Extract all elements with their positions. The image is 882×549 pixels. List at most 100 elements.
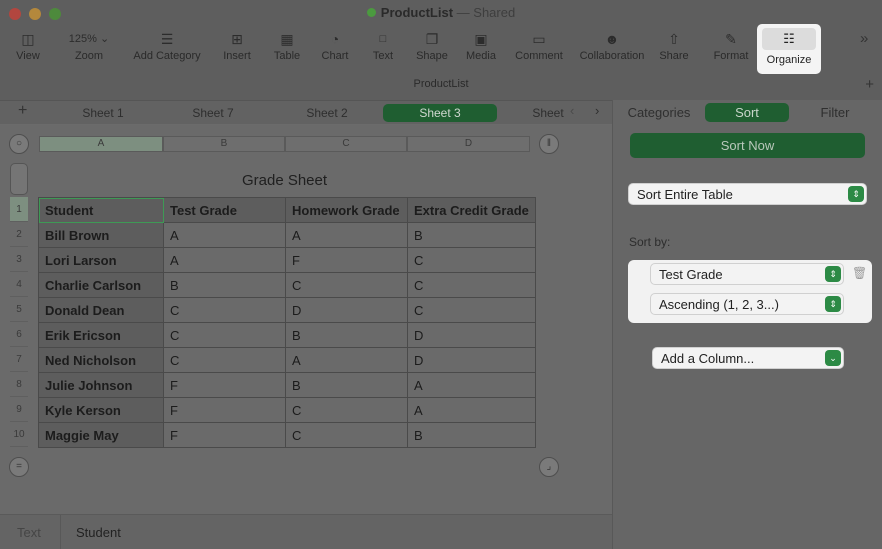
add-sheet-icon[interactable]: + — [18, 102, 27, 120]
table-cell[interactable]: C — [407, 247, 536, 273]
column-header-d[interactable]: D — [407, 136, 530, 152]
table-cell[interactable]: C — [285, 272, 408, 298]
student-cell[interactable]: Lori Larson — [38, 247, 164, 273]
tab-sheet-1[interactable]: Sheet 1 — [70, 104, 136, 122]
header-cell[interactable]: Test Grade — [163, 197, 286, 223]
table-row: Lori Larson A F C — [38, 247, 536, 273]
trash-icon[interactable]: 🗑 — [852, 266, 867, 280]
collaboration-button[interactable]: ☻ Collaboration — [576, 28, 648, 72]
insert-label: Insert — [223, 50, 251, 62]
comment-icon: ▭ — [532, 31, 546, 47]
tab-sheet-7[interactable]: Sheet 7 — [180, 104, 246, 122]
student-cell[interactable]: Erik Ericson — [38, 322, 164, 348]
table-cell[interactable]: F — [163, 422, 286, 448]
tab-sheet-2[interactable]: Sheet 2 — [292, 104, 362, 122]
table-cell[interactable]: C — [163, 297, 286, 323]
resize-table-icon[interactable]: ⌟ — [539, 457, 559, 477]
tab-filter[interactable]: Filter — [797, 103, 873, 122]
table-cell[interactable]: A — [407, 397, 536, 423]
comment-button[interactable]: ▭ Comment — [512, 28, 566, 72]
table-button[interactable]: ▦ Table — [268, 28, 306, 72]
row-header[interactable]: 10 — [10, 422, 28, 447]
table-cell[interactable]: C — [163, 322, 286, 348]
row-header[interactable]: 8 — [10, 372, 28, 397]
select-table-icon[interactable]: ○ — [9, 134, 29, 154]
row-header[interactable]: 4 — [10, 272, 28, 297]
table-cell[interactable]: F — [163, 372, 286, 398]
table-cell[interactable]: F — [163, 397, 286, 423]
column-header-c[interactable]: C — [285, 136, 407, 152]
student-cell[interactable]: Julie Johnson — [38, 372, 164, 398]
column-header-b[interactable]: B — [163, 136, 285, 152]
view-button[interactable]: ◫ View — [8, 28, 48, 72]
add-column-select[interactable]: Add a Column... ⌄ — [652, 347, 844, 369]
header-cell[interactable]: Extra Credit Grade — [407, 197, 536, 223]
table-cell[interactable]: D — [407, 347, 536, 373]
table-cell[interactable]: B — [285, 322, 408, 348]
zoom-button[interactable]: 125% ⌄ Zoom — [60, 28, 118, 72]
row-header[interactable]: 1 — [10, 197, 28, 222]
chevron-right-icon[interactable]: › — [595, 103, 599, 118]
row-handle-icon[interactable]: = — [9, 457, 29, 477]
toolbar-overflow-icon[interactable]: » — [860, 30, 868, 47]
header-cell[interactable]: Student — [38, 197, 164, 223]
tab-sort[interactable]: Sort — [705, 103, 789, 122]
text-button[interactable]: □ Text — [364, 28, 402, 72]
spreadsheet-canvas[interactable]: ○ ‖ A B C D Grade Sheet 1 2 3 4 5 6 7 8 … — [0, 125, 612, 514]
media-button[interactable]: ▣ Media — [462, 28, 500, 72]
table-cell[interactable]: A — [285, 222, 408, 248]
row-handle[interactable] — [10, 163, 28, 195]
student-cell[interactable]: Ned Nicholson — [38, 347, 164, 373]
table-cell[interactable]: C — [285, 422, 408, 448]
sort-order-select[interactable]: Ascending (1, 2, 3...) ⇕ — [650, 293, 844, 315]
sort-scope-select[interactable]: Sort Entire Table ⇕ — [628, 183, 867, 205]
table-cell[interactable]: B — [407, 222, 536, 248]
table-cell[interactable]: A — [407, 372, 536, 398]
row-header[interactable]: 9 — [10, 397, 28, 422]
student-cell[interactable]: Kyle Kerson — [38, 397, 164, 423]
format-button[interactable]: ✎ Format — [710, 28, 752, 72]
insert-button[interactable]: ⊞ Insert — [216, 28, 258, 72]
table-title[interactable]: Grade Sheet — [39, 172, 530, 189]
add-category-button[interactable]: ☰ Add Category — [128, 28, 206, 72]
table-cell[interactable]: D — [285, 297, 408, 323]
table-cell[interactable]: C — [163, 347, 286, 373]
chevron-left-icon[interactable]: ‹ — [570, 103, 574, 118]
table-cell[interactable]: C — [285, 397, 408, 423]
row-header[interactable]: 3 — [10, 247, 28, 272]
tab-categories[interactable]: Categories — [621, 103, 697, 122]
table-cell[interactable]: B — [163, 272, 286, 298]
row-header[interactable]: 6 — [10, 322, 28, 347]
table-cell[interactable]: C — [407, 272, 536, 298]
table-cell[interactable]: F — [285, 247, 408, 273]
add-icon[interactable]: + — [865, 76, 874, 93]
chart-button[interactable]: ◔ Chart — [314, 28, 356, 72]
shape-button[interactable]: ❐ Shape — [410, 28, 454, 72]
organize-button[interactable]: ☷ Organize — [757, 24, 821, 74]
tab-sheet-3[interactable]: Sheet 3 — [383, 104, 497, 122]
table-label: Table — [273, 50, 301, 62]
table-cell[interactable]: B — [285, 372, 408, 398]
student-cell[interactable]: Donald Dean — [38, 297, 164, 323]
table-cell[interactable]: A — [285, 347, 408, 373]
table-cell[interactable]: D — [407, 322, 536, 348]
column-handle-icon[interactable]: ‖ — [539, 134, 559, 154]
student-cell[interactable]: Maggie May — [38, 422, 164, 448]
sort-now-button[interactable]: Sort Now — [630, 133, 865, 158]
row-header[interactable]: 7 — [10, 347, 28, 372]
sort-column-select[interactable]: Test Grade ⇕ — [650, 263, 844, 285]
list-icon: ☰ — [160, 31, 174, 47]
tab-sheet-partial[interactable]: Sheet — [528, 104, 568, 122]
student-cell[interactable]: Bill Brown — [38, 222, 164, 248]
row-header[interactable]: 2 — [10, 222, 28, 247]
share-button[interactable]: ⇧ Share — [656, 28, 692, 72]
row-header[interactable]: 5 — [10, 297, 28, 322]
table-cell[interactable]: A — [163, 222, 286, 248]
table-cell[interactable]: B — [407, 422, 536, 448]
column-header-a[interactable]: A — [39, 136, 163, 152]
table-cell[interactable]: A — [163, 247, 286, 273]
student-cell[interactable]: Charlie Carlson — [38, 272, 164, 298]
media-label: Media — [466, 50, 496, 62]
table-cell[interactable]: C — [407, 297, 536, 323]
header-cell[interactable]: Homework Grade — [285, 197, 408, 223]
